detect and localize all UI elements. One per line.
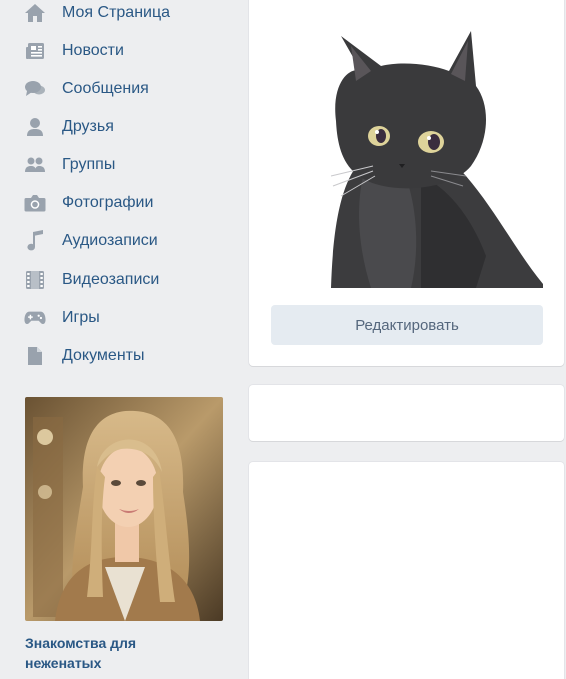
music-note-icon <box>24 230 46 252</box>
sidebar-item-label: Новости <box>62 42 124 59</box>
sidebar-item-games[interactable]: Игры <box>0 302 230 334</box>
ad-block[interactable]: Знакомства для неженатых <box>25 397 223 673</box>
sidebar-item-messages[interactable]: Сообщения <box>0 73 230 105</box>
sidebar-item-label: Сообщения <box>62 80 149 97</box>
news-icon <box>24 40 46 62</box>
sidebar-item-label: Друзья <box>62 118 114 135</box>
left-sidebar: Моя Страница Новости Сообщения Друзья Гр… <box>0 0 240 679</box>
ad-photo[interactable] <box>25 397 223 621</box>
sidebar-item-label: Игры <box>62 309 100 326</box>
ad-title-link[interactable]: Знакомства для неженатых <box>25 633 215 673</box>
sidebar-item-friends[interactable]: Друзья <box>0 111 230 143</box>
profile-avatar-card: Редактировать <box>249 0 564 366</box>
sidebar-item-my-page[interactable]: Моя Страница <box>0 0 230 29</box>
sidebar-item-label: Аудиозаписи <box>62 232 158 249</box>
sidebar-item-documents[interactable]: Документы <box>0 340 230 372</box>
friends-icon <box>24 116 46 138</box>
sidebar-item-video[interactable]: Видеозаписи <box>0 264 230 296</box>
sidebar-item-photos[interactable]: Фотографии <box>0 187 230 219</box>
profile-content-card <box>249 462 564 679</box>
sidebar-item-label: Видеозаписи <box>62 271 160 288</box>
sidebar-item-label: Моя Страница <box>62 4 171 21</box>
home-icon <box>24 2 46 24</box>
sidebar-item-audio[interactable]: Аудиозаписи <box>0 225 230 257</box>
gamepad-icon <box>24 307 46 329</box>
sidebar-item-groups[interactable]: Группы <box>0 149 230 181</box>
edit-profile-button[interactable]: Редактировать <box>271 305 543 345</box>
film-icon <box>24 269 46 291</box>
profile-avatar[interactable] <box>271 26 543 288</box>
document-icon <box>24 345 46 367</box>
sidebar-item-label: Группы <box>62 156 116 173</box>
messages-icon <box>24 78 46 100</box>
sidebar-item-label: Документы <box>62 347 145 364</box>
page: Моя Страница Новости Сообщения Друзья Гр… <box>0 0 566 679</box>
sidebar-item-news[interactable]: Новости <box>0 35 230 67</box>
sidebar-item-label: Фотографии <box>62 194 154 211</box>
groups-icon <box>24 154 46 176</box>
profile-info-card <box>249 385 564 441</box>
camera-icon <box>24 192 46 214</box>
